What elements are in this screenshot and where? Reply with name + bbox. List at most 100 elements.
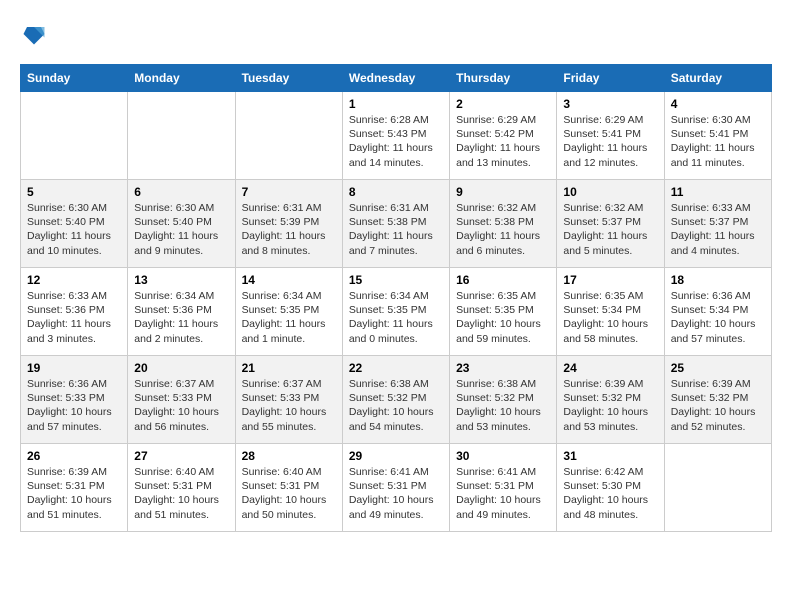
day-number: 9 bbox=[456, 185, 550, 199]
day-number: 1 bbox=[349, 97, 443, 111]
calendar-cell: 5 Sunrise: 6:30 AM Sunset: 5:40 PM Daylig… bbox=[21, 180, 128, 268]
calendar-cell: 27 Sunrise: 6:40 AM Sunset: 5:31 PM Dayli… bbox=[128, 444, 235, 532]
day-number: 8 bbox=[349, 185, 443, 199]
day-number: 10 bbox=[563, 185, 657, 199]
day-number: 22 bbox=[349, 361, 443, 375]
calendar-cell bbox=[235, 92, 342, 180]
calendar-cell: 24Sunrise: 6:39 AM Sunset: 5:32 PM Dayli… bbox=[557, 356, 664, 444]
calendar-header: SundayMondayTuesdayWednesdayThursdayFrid… bbox=[21, 65, 772, 92]
calendar-cell: 4 Sunrise: 6:30 AM Sunset: 5:41 PM Daylig… bbox=[664, 92, 771, 180]
day-number: 18 bbox=[671, 273, 765, 287]
weekday-header: Thursday bbox=[450, 65, 557, 92]
day-info: Sunrise: 6:38 AM Sunset: 5:32 PM Dayligh… bbox=[456, 377, 550, 434]
weekday-header: Saturday bbox=[664, 65, 771, 92]
day-info: Sunrise: 6:30 AM Sunset: 5:41 PM Dayligh… bbox=[671, 113, 765, 170]
day-number: 28 bbox=[242, 449, 336, 463]
calendar-cell: 19 Sunrise: 6:36 AM Sunset: 5:33 PM Dayli… bbox=[21, 356, 128, 444]
day-number: 24 bbox=[563, 361, 657, 375]
calendar-cell: 30Sunrise: 6:41 AM Sunset: 5:31 PM Dayli… bbox=[450, 444, 557, 532]
day-number: 26 bbox=[27, 449, 121, 463]
calendar-cell: 29 Sunrise: 6:41 AM Sunset: 5:31 PM Dayli… bbox=[342, 444, 449, 532]
day-info: Sunrise: 6:35 AM Sunset: 5:34 PM Dayligh… bbox=[563, 289, 657, 346]
calendar-week-row: 1 Sunrise: 6:28 AM Sunset: 5:43 PM Daylig… bbox=[21, 92, 772, 180]
weekday-row: SundayMondayTuesdayWednesdayThursdayFrid… bbox=[21, 65, 772, 92]
day-info: Sunrise: 6:34 AM Sunset: 5:36 PM Dayligh… bbox=[134, 289, 228, 346]
day-number: 20 bbox=[134, 361, 228, 375]
day-number: 11 bbox=[671, 185, 765, 199]
day-number: 5 bbox=[27, 185, 121, 199]
day-number: 16 bbox=[456, 273, 550, 287]
calendar-cell: 7 Sunrise: 6:31 AM Sunset: 5:39 PM Daylig… bbox=[235, 180, 342, 268]
calendar-cell: 16 Sunrise: 6:35 AM Sunset: 5:35 PM Dayli… bbox=[450, 268, 557, 356]
calendar-cell: 20Sunrise: 6:37 AM Sunset: 5:33 PM Dayli… bbox=[128, 356, 235, 444]
calendar-cell: 2Sunrise: 6:29 AM Sunset: 5:42 PM Daylig… bbox=[450, 92, 557, 180]
day-info: Sunrise: 6:37 AM Sunset: 5:33 PM Dayligh… bbox=[242, 377, 336, 434]
day-number: 23 bbox=[456, 361, 550, 375]
calendar-week-row: 19 Sunrise: 6:36 AM Sunset: 5:33 PM Dayli… bbox=[21, 356, 772, 444]
day-number: 15 bbox=[349, 273, 443, 287]
day-number: 3 bbox=[563, 97, 657, 111]
day-info: Sunrise: 6:40 AM Sunset: 5:31 PM Dayligh… bbox=[242, 465, 336, 522]
logo bbox=[20, 20, 52, 48]
weekday-header: Tuesday bbox=[235, 65, 342, 92]
day-number: 17 bbox=[563, 273, 657, 287]
day-info: Sunrise: 6:41 AM Sunset: 5:31 PM Dayligh… bbox=[349, 465, 443, 522]
day-number: 7 bbox=[242, 185, 336, 199]
day-number: 27 bbox=[134, 449, 228, 463]
calendar-body: 1 Sunrise: 6:28 AM Sunset: 5:43 PM Daylig… bbox=[21, 92, 772, 532]
day-info: Sunrise: 6:40 AM Sunset: 5:31 PM Dayligh… bbox=[134, 465, 228, 522]
day-info: Sunrise: 6:31 AM Sunset: 5:38 PM Dayligh… bbox=[349, 201, 443, 258]
calendar-cell: 31 Sunrise: 6:42 AM Sunset: 5:30 PM Dayli… bbox=[557, 444, 664, 532]
calendar-cell: 17 Sunrise: 6:35 AM Sunset: 5:34 PM Dayli… bbox=[557, 268, 664, 356]
day-info: Sunrise: 6:32 AM Sunset: 5:37 PM Dayligh… bbox=[563, 201, 657, 258]
calendar-cell bbox=[21, 92, 128, 180]
calendar-cell: 26 Sunrise: 6:39 AM Sunset: 5:31 PM Dayli… bbox=[21, 444, 128, 532]
calendar-cell: 8 Sunrise: 6:31 AM Sunset: 5:38 PM Daylig… bbox=[342, 180, 449, 268]
day-info: Sunrise: 6:29 AM Sunset: 5:41 PM Dayligh… bbox=[563, 113, 657, 170]
weekday-header: Wednesday bbox=[342, 65, 449, 92]
day-info: Sunrise: 6:28 AM Sunset: 5:43 PM Dayligh… bbox=[349, 113, 443, 170]
day-number: 14 bbox=[242, 273, 336, 287]
calendar-cell: 23 Sunrise: 6:38 AM Sunset: 5:32 PM Dayli… bbox=[450, 356, 557, 444]
weekday-header: Monday bbox=[128, 65, 235, 92]
calendar-cell: 21 Sunrise: 6:37 AM Sunset: 5:33 PM Dayli… bbox=[235, 356, 342, 444]
day-info: Sunrise: 6:42 AM Sunset: 5:30 PM Dayligh… bbox=[563, 465, 657, 522]
day-info: Sunrise: 6:32 AM Sunset: 5:38 PM Dayligh… bbox=[456, 201, 550, 258]
day-info: Sunrise: 6:39 AM Sunset: 5:32 PM Dayligh… bbox=[671, 377, 765, 434]
day-number: 29 bbox=[349, 449, 443, 463]
day-info: Sunrise: 6:35 AM Sunset: 5:35 PM Dayligh… bbox=[456, 289, 550, 346]
day-info: Sunrise: 6:33 AM Sunset: 5:36 PM Dayligh… bbox=[27, 289, 121, 346]
day-info: Sunrise: 6:36 AM Sunset: 5:34 PM Dayligh… bbox=[671, 289, 765, 346]
day-info: Sunrise: 6:33 AM Sunset: 5:37 PM Dayligh… bbox=[671, 201, 765, 258]
calendar-cell: 18 Sunrise: 6:36 AM Sunset: 5:34 PM Dayli… bbox=[664, 268, 771, 356]
day-number: 4 bbox=[671, 97, 765, 111]
page-header bbox=[20, 20, 772, 48]
day-info: Sunrise: 6:34 AM Sunset: 5:35 PM Dayligh… bbox=[349, 289, 443, 346]
calendar-cell: 25Sunrise: 6:39 AM Sunset: 5:32 PM Dayli… bbox=[664, 356, 771, 444]
day-number: 21 bbox=[242, 361, 336, 375]
day-number: 6 bbox=[134, 185, 228, 199]
calendar-cell: 1 Sunrise: 6:28 AM Sunset: 5:43 PM Daylig… bbox=[342, 92, 449, 180]
calendar-cell: 9 Sunrise: 6:32 AM Sunset: 5:38 PM Daylig… bbox=[450, 180, 557, 268]
calendar-cell: 11 Sunrise: 6:33 AM Sunset: 5:37 PM Dayli… bbox=[664, 180, 771, 268]
day-info: Sunrise: 6:38 AM Sunset: 5:32 PM Dayligh… bbox=[349, 377, 443, 434]
calendar-cell: 14 Sunrise: 6:34 AM Sunset: 5:35 PM Dayli… bbox=[235, 268, 342, 356]
day-info: Sunrise: 6:30 AM Sunset: 5:40 PM Dayligh… bbox=[134, 201, 228, 258]
calendar-cell bbox=[664, 444, 771, 532]
day-number: 31 bbox=[563, 449, 657, 463]
day-info: Sunrise: 6:39 AM Sunset: 5:31 PM Dayligh… bbox=[27, 465, 121, 522]
calendar-cell: 13Sunrise: 6:34 AM Sunset: 5:36 PM Dayli… bbox=[128, 268, 235, 356]
day-info: Sunrise: 6:34 AM Sunset: 5:35 PM Dayligh… bbox=[242, 289, 336, 346]
day-info: Sunrise: 6:30 AM Sunset: 5:40 PM Dayligh… bbox=[27, 201, 121, 258]
calendar-cell: 22 Sunrise: 6:38 AM Sunset: 5:32 PM Dayli… bbox=[342, 356, 449, 444]
day-info: Sunrise: 6:36 AM Sunset: 5:33 PM Dayligh… bbox=[27, 377, 121, 434]
calendar-cell: 28 Sunrise: 6:40 AM Sunset: 5:31 PM Dayli… bbox=[235, 444, 342, 532]
calendar-cell: 10 Sunrise: 6:32 AM Sunset: 5:37 PM Dayli… bbox=[557, 180, 664, 268]
calendar-week-row: 5 Sunrise: 6:30 AM Sunset: 5:40 PM Daylig… bbox=[21, 180, 772, 268]
day-info: Sunrise: 6:31 AM Sunset: 5:39 PM Dayligh… bbox=[242, 201, 336, 258]
calendar-week-row: 26 Sunrise: 6:39 AM Sunset: 5:31 PM Dayli… bbox=[21, 444, 772, 532]
day-number: 19 bbox=[27, 361, 121, 375]
calendar-cell: 12Sunrise: 6:33 AM Sunset: 5:36 PM Dayli… bbox=[21, 268, 128, 356]
calendar-week-row: 12Sunrise: 6:33 AM Sunset: 5:36 PM Dayli… bbox=[21, 268, 772, 356]
logo-icon bbox=[20, 20, 48, 48]
